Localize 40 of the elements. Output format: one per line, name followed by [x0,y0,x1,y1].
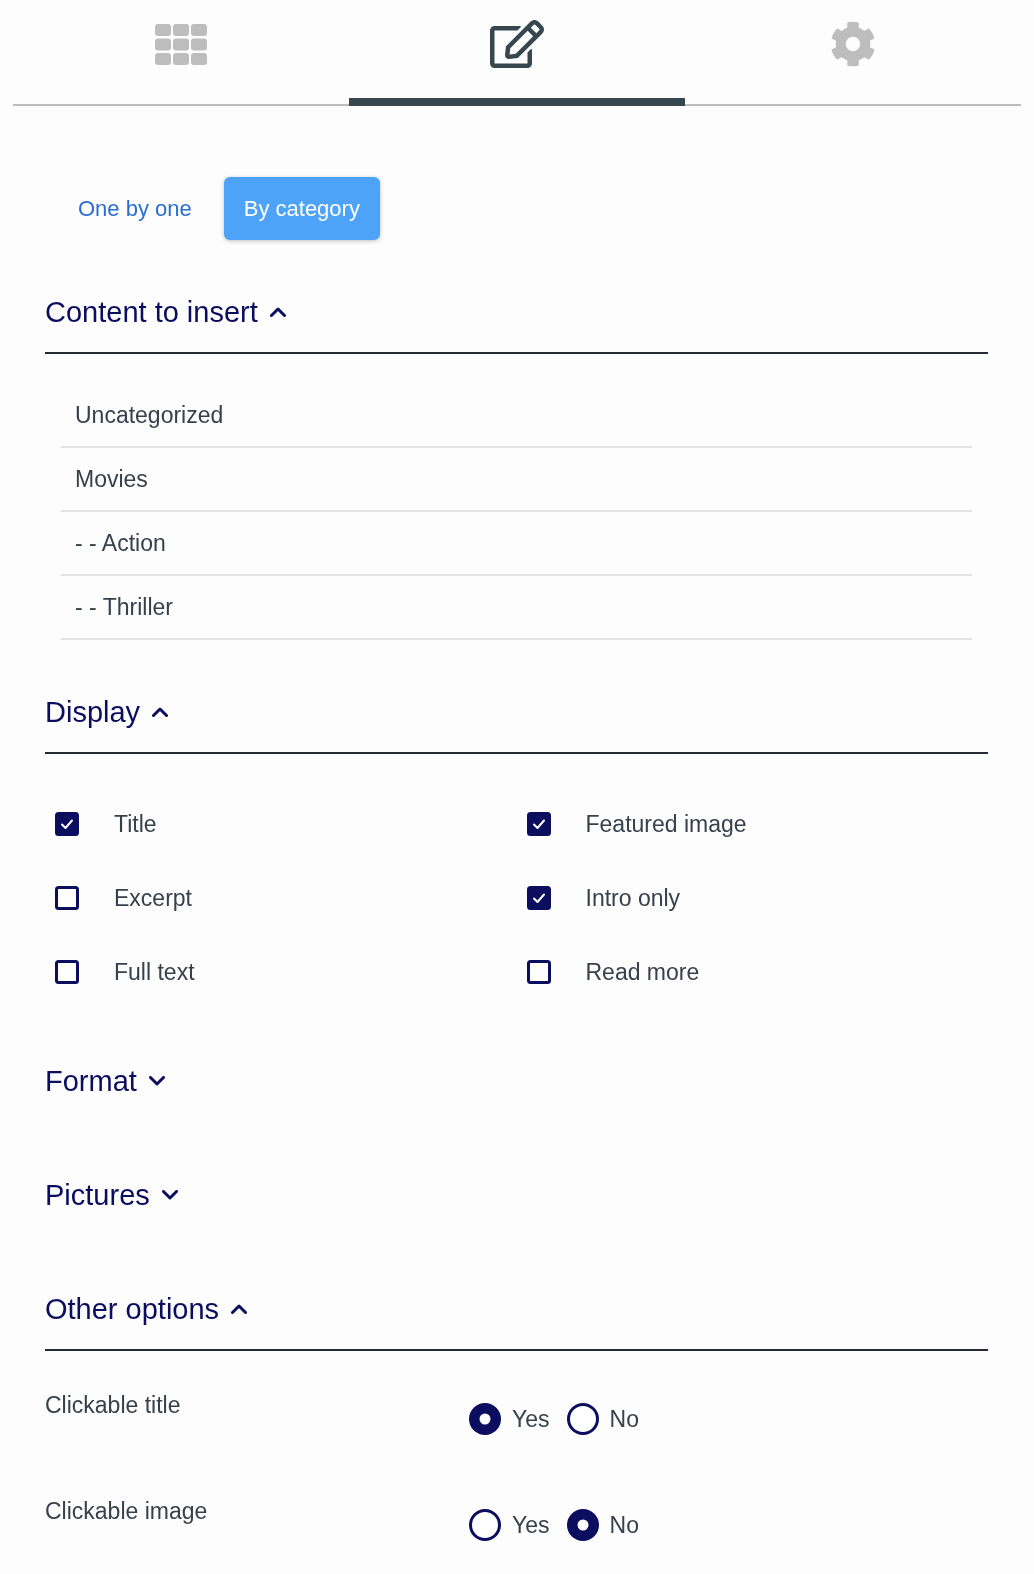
radio-button[interactable] [469,1403,501,1435]
radio-button[interactable] [566,1509,599,1541]
section-header[interactable]: Display [45,692,169,732]
category-item[interactable]: Uncategorized [61,384,972,448]
option-label: Excerpt [114,884,192,912]
section-header[interactable]: Other options [45,1289,248,1329]
chevron-icon [231,1304,248,1314]
grid-icon [155,23,207,65]
checkbox[interactable] [526,886,551,910]
checkbox[interactable] [55,812,79,836]
edit-icon [490,17,544,71]
setting-label: Clickable title [45,1391,182,1420]
radio-label: Yes [512,1405,550,1433]
section-header[interactable]: Pictures [45,1175,178,1215]
chevron-icon [148,1076,165,1086]
option-label: Featured image [585,810,747,838]
option-label: Title [114,810,157,838]
radio-label: Yes [512,1511,550,1539]
category-item[interactable]: - - Thriller [61,576,972,640]
settings-icon [830,21,876,67]
checkbox[interactable] [526,960,551,984]
toggle-button[interactable]: One by one [58,177,212,240]
chevron-icon [269,307,286,317]
chevron-icon [161,1190,178,1200]
section-header[interactable]: Content to insert [45,292,286,332]
option-label: Full text [114,958,195,986]
checkbox[interactable] [55,960,79,984]
radio-button[interactable] [566,1403,599,1435]
section-header[interactable]: Format [45,1061,165,1101]
checkbox[interactable] [526,812,551,836]
option-label: Intro only [585,884,681,912]
category-item[interactable]: Movies [61,448,972,512]
checkbox[interactable] [55,886,79,910]
radio-label: No [609,1405,639,1433]
setting-label: Clickable image [45,1497,209,1526]
chevron-icon [152,707,169,717]
category-item[interactable]: - - Action [61,512,972,576]
option-label: Read more [585,958,700,986]
radio-button[interactable] [469,1509,501,1541]
radio-label: No [609,1511,639,1539]
